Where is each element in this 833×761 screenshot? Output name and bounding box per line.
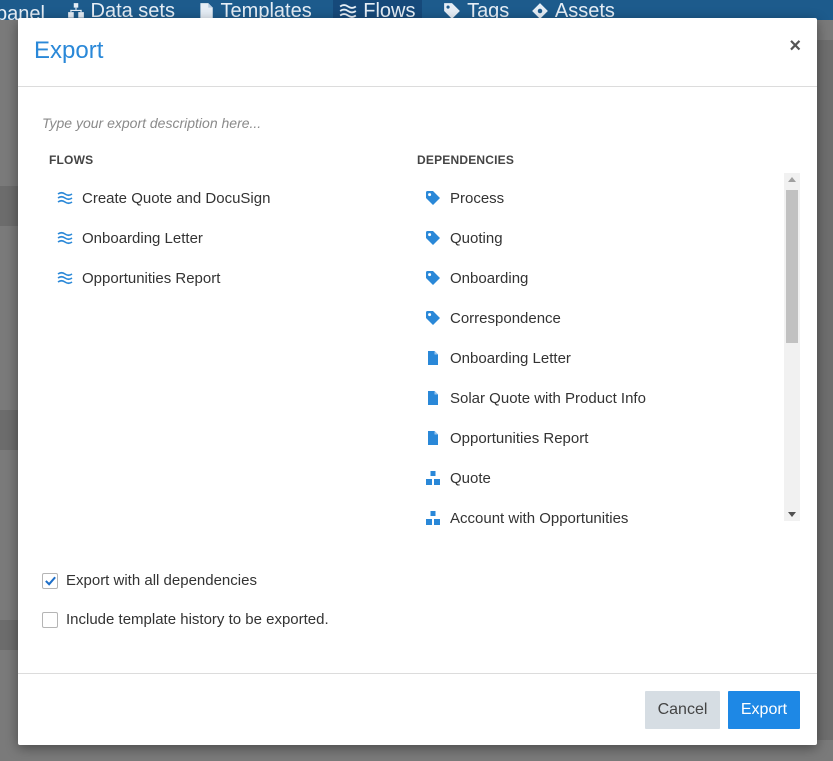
dependency-item-label: Onboarding [450, 269, 529, 287]
dependency-item-opportunities-report[interactable]: Opportunities Report [424, 418, 776, 458]
flow-item-opportunities-report[interactable]: Opportunities Report [56, 258, 376, 298]
dependency-item-account-with-opportunities[interactable]: Account with Opportunities [424, 498, 776, 538]
tag-icon [424, 189, 442, 207]
flows-icon [56, 189, 74, 207]
dependency-item-process[interactable]: Process [424, 178, 776, 218]
sitemap-icon [424, 509, 442, 527]
dependencies-scrollbar[interactable] [784, 173, 800, 521]
flows-list: Create Quote and DocuSign Onboarding Let… [56, 178, 376, 298]
background-strip [0, 186, 18, 226]
flow-item-onboarding-letter[interactable]: Onboarding Letter [56, 218, 376, 258]
export-all-dependencies-option[interactable]: Export with all dependencies [42, 572, 257, 589]
dependencies-list: Process Quoting Onboarding Correspondenc… [424, 178, 776, 538]
include-template-history-option[interactable]: Include template history to be exported. [42, 611, 329, 628]
export-all-dependencies-checkbox[interactable] [42, 572, 58, 589]
flows-icon [56, 269, 74, 287]
background-strip [0, 410, 18, 450]
sitemap-icon [424, 469, 442, 487]
flow-item-label: Opportunities Report [82, 269, 221, 287]
file-icon [424, 349, 442, 367]
dependency-item-label: Quote [450, 469, 491, 487]
dependencies-heading: DEPENDENCIES [417, 153, 515, 167]
flow-item-label: Onboarding Letter [82, 229, 203, 247]
include-template-history-checkbox[interactable] [42, 611, 58, 628]
nav-item-flows: Flows [333, 0, 422, 20]
dependency-item-correspondence[interactable]: Correspondence [424, 298, 776, 338]
dependency-item-solar-quote-with-product-info[interactable]: Solar Quote with Product Info [424, 378, 776, 418]
dependency-item-label: Account with Opportunities [450, 509, 629, 527]
scrollbar-thumb[interactable] [786, 190, 798, 343]
nav-item-assets: Assets [531, 0, 615, 20]
flows-heading: FLOWS [49, 153, 94, 167]
nav-item-tags: Tags [443, 0, 509, 20]
dependency-item-label: Process [450, 189, 505, 207]
file-icon [424, 429, 442, 447]
nav-item-data-sets: Data sets [67, 0, 175, 20]
dependency-item-label: Solar Quote with Product Info [450, 389, 646, 407]
dependency-item-onboarding[interactable]: Onboarding [424, 258, 776, 298]
file-icon [424, 389, 442, 407]
dependency-item-quoting[interactable]: Quoting [424, 218, 776, 258]
background-strip [0, 620, 18, 650]
export-description-input[interactable] [42, 112, 782, 134]
cancel-button[interactable]: Cancel [645, 691, 720, 729]
dependency-item-label: Quoting [450, 229, 503, 247]
scroll-up-arrow-icon[interactable] [788, 177, 796, 182]
dependency-item-label: Correspondence [450, 309, 561, 327]
nav-item-templates: Templates [197, 0, 312, 20]
dependency-item-label: Onboarding Letter [450, 349, 571, 367]
flow-item-label: Create Quote and DocuSign [82, 189, 271, 207]
background-right-edge [817, 40, 833, 740]
checkmark-icon [44, 576, 56, 586]
close-button[interactable]: × [789, 36, 801, 56]
export-all-dependencies-label: Export with all dependencies [66, 572, 257, 589]
modal-footer: Cancel Export [18, 673, 817, 745]
dependency-item-quote[interactable]: Quote [424, 458, 776, 498]
modal-header: Export × [18, 18, 817, 87]
tag-icon [424, 269, 442, 287]
include-template-history-label: Include template history to be exported. [66, 611, 329, 628]
background-nav-bar: panel Data sets Templates Flows Tags Ass… [0, 0, 833, 20]
export-button[interactable]: Export [728, 691, 800, 729]
scroll-down-arrow-icon[interactable] [788, 512, 796, 517]
export-modal: Export × FLOWS DEPENDENCIES Create Quote… [18, 18, 817, 745]
dependency-item-onboarding-letter[interactable]: Onboarding Letter [424, 338, 776, 378]
tag-icon [424, 309, 442, 327]
flows-icon [56, 229, 74, 247]
modal-title: Export [34, 37, 104, 64]
tag-icon [424, 229, 442, 247]
dependency-item-label: Opportunities Report [450, 429, 589, 447]
flow-item-create-quote-and-docusign[interactable]: Create Quote and DocuSign [56, 178, 376, 218]
